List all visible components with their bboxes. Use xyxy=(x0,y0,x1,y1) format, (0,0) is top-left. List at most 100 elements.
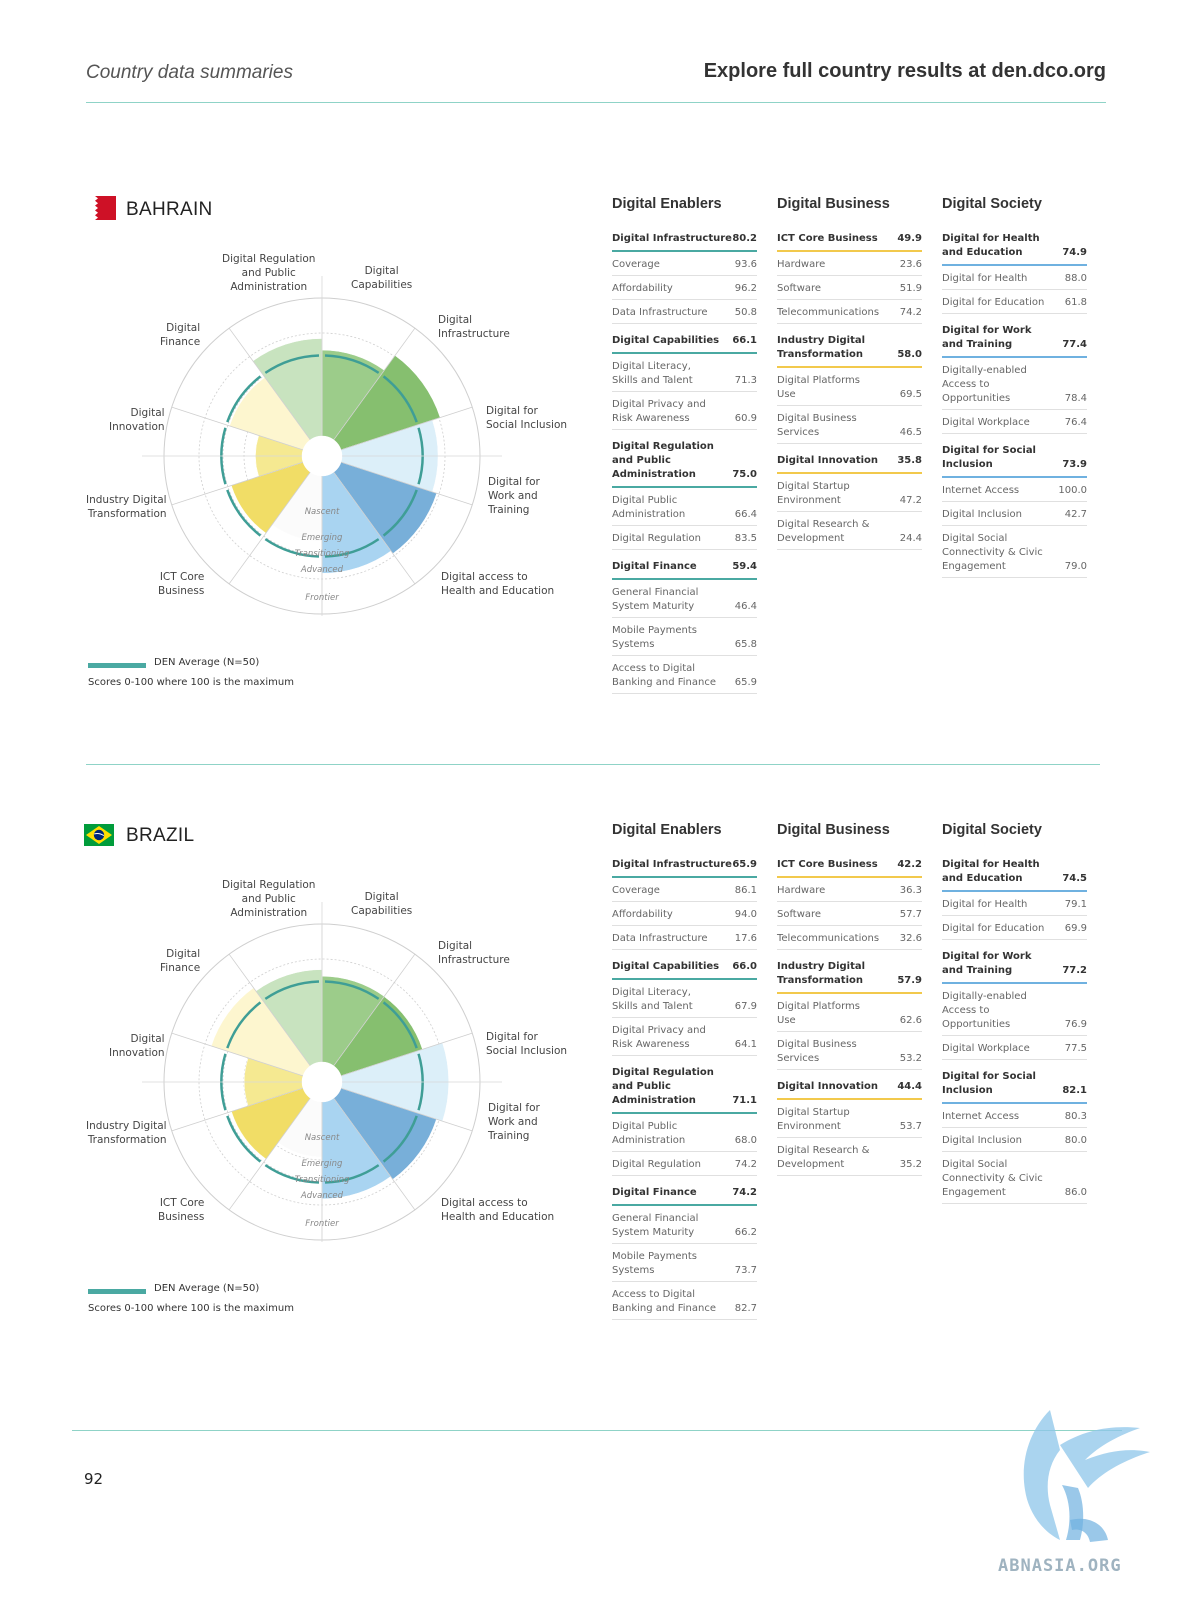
footer-rule xyxy=(72,1430,1122,1431)
score-group: Digital for Social Inclusion 73.9 Internet… xyxy=(942,444,1087,578)
score-row: Digital Regulation 83.5 xyxy=(612,526,757,550)
score-row: Data Infrastructure 50.8 xyxy=(612,300,757,324)
score-group: Digital Finance 74.2 General Financial Sys… xyxy=(612,1186,757,1320)
radar-label-innovation: Digital Innovation xyxy=(109,407,165,433)
score-row-value: 57.7 xyxy=(899,909,922,920)
radar-stage-label: Advanced xyxy=(300,565,344,575)
score-row-label: Digital Regulation xyxy=(612,533,702,544)
score-group-value: 42.2 xyxy=(897,859,922,870)
score-group-value: 73.9 xyxy=(1062,459,1087,470)
score-row: Hardware 23.6 xyxy=(777,252,922,276)
score-row: Telecommunications 32.6 xyxy=(777,926,922,950)
score-group-value: 71.1 xyxy=(732,1095,757,1106)
score-row-label: Affordability xyxy=(612,909,673,920)
score-row-label: Mobile Payments Systems xyxy=(612,625,697,650)
score-row: Digital Research & Development 24.4 xyxy=(777,512,922,550)
radar-label-capabilities: Digital Capabilities xyxy=(351,891,413,917)
score-row-value: 32.6 xyxy=(899,933,922,944)
score-row-label: Data Infrastructure xyxy=(612,933,708,944)
score-group: Digital for Health and Education 74.9 Digi… xyxy=(942,232,1087,314)
radar-label-social-inclusion: Digital for Social Inclusion xyxy=(486,1031,568,1057)
score-row-label: Digital Privacy and Risk Awareness xyxy=(612,1025,706,1050)
score-row-value: 76.9 xyxy=(1064,1019,1087,1030)
score-group: ICT Core Business 42.2 Hardware 36.3 Softwar… xyxy=(777,858,922,950)
column-title: Digital Business xyxy=(777,822,890,838)
column-title: Digital Enablers xyxy=(612,196,722,212)
score-row-label: Digital Platforms Use xyxy=(777,375,860,400)
legend-average-swatch xyxy=(88,1289,146,1294)
score-group-header: Digital Innovation 35.8 xyxy=(777,454,922,474)
score-row: Digital for Health 88.0 xyxy=(942,266,1087,290)
score-row-label: Digitally-enabled Access to Opportunitie… xyxy=(942,991,1027,1030)
score-row: Digital for Education 69.9 xyxy=(942,916,1087,940)
score-row-value: 50.8 xyxy=(734,307,757,318)
radar-center xyxy=(302,436,342,476)
digital-society-column: Digital Society Digital for Health and E… xyxy=(942,196,1087,588)
score-group-value: 44.4 xyxy=(897,1081,922,1092)
radar-stage-label: Transitioning xyxy=(295,549,350,559)
score-row-label: Hardware xyxy=(777,885,826,896)
score-row-value: 23.6 xyxy=(899,259,922,270)
radar-label-finance: Digital Finance xyxy=(160,322,201,348)
radar-chart: Nascent Emerging Transitioning Advanced Fron… xyxy=(78,240,578,660)
score-row-label: Internet Access xyxy=(942,1111,1020,1122)
radar-label-social-inclusion: Digital for Social Inclusion xyxy=(486,405,568,431)
score-group-value: 82.1 xyxy=(1062,1085,1087,1096)
score-group: Digital for Work and Training 77.4 Digital… xyxy=(942,324,1087,434)
score-row: Digital Social Connectivity & Civic Enga… xyxy=(942,1152,1087,1204)
score-group-name: Digital Capabilities xyxy=(612,335,720,346)
score-row-label: Telecommunications xyxy=(777,307,880,318)
score-group: Digital for Social Inclusion 82.1 Internet… xyxy=(942,1070,1087,1204)
score-row: Digital Inclusion 42.7 xyxy=(942,502,1087,526)
score-group: Digital Capabilities 66.0 Digital Literacy… xyxy=(612,960,757,1056)
score-row-value: 65.9 xyxy=(734,677,757,688)
score-row-value: 68.0 xyxy=(734,1135,757,1146)
score-row-value: 74.2 xyxy=(899,307,922,318)
score-row-label: Digital for Education xyxy=(942,297,1045,308)
score-row-label: Access to Digital Banking and Finance xyxy=(612,663,717,688)
score-group-name: Digital Capabilities xyxy=(612,961,720,972)
score-row-label: Digital for Education xyxy=(942,923,1045,934)
score-row-value: 80.3 xyxy=(1064,1111,1087,1122)
score-group: Digital Capabilities 66.1 Digital Literacy… xyxy=(612,334,757,430)
score-group-name: ICT Core Business xyxy=(777,233,878,244)
score-group-value: 75.0 xyxy=(732,469,757,480)
score-row-value: 66.2 xyxy=(734,1227,757,1238)
score-row: Telecommunications 74.2 xyxy=(777,300,922,324)
score-group-header: ICT Core Business 49.9 xyxy=(777,232,922,252)
radar-center xyxy=(302,1062,342,1102)
score-row-value: 83.5 xyxy=(734,533,757,544)
score-row-value: 24.4 xyxy=(899,533,922,544)
score-group-value: 66.0 xyxy=(732,961,757,972)
score-group: Digital Regulation and Public Administra… xyxy=(612,440,757,550)
score-row-label: Digital Literacy, Skills and Talent xyxy=(612,987,693,1012)
score-row: Mobile Payments Systems 73.7 xyxy=(612,1244,757,1282)
score-row: Digital Public Administration 68.0 xyxy=(612,1114,757,1152)
score-group-header: Digital for Social Inclusion 73.9 xyxy=(942,444,1087,478)
score-group-name: Digital for Work and Training xyxy=(942,951,1032,976)
score-row-label: Telecommunications xyxy=(777,933,880,944)
score-group-name: Digital Infrastructure xyxy=(612,859,732,870)
score-group-header: Digital for Health and Education 74.9 xyxy=(942,232,1087,266)
score-row: Affordability 94.0 xyxy=(612,902,757,926)
score-row-value: 79.1 xyxy=(1064,899,1087,910)
radar-label-infrastructure: Digital Infrastructure xyxy=(438,314,510,340)
score-group-header: Digital Finance 59.4 xyxy=(612,560,757,580)
country-section-bahrain: BAHRAIN Nascent Emerging Transitioning Adva… xyxy=(0,190,1191,790)
score-row-label: Digital Startup Environment xyxy=(777,481,850,506)
score-row-label: Coverage xyxy=(612,885,660,896)
legend-score-note: Scores 0-100 where 100 is the maximum xyxy=(88,1303,294,1314)
score-row-value: 100.0 xyxy=(1058,485,1087,496)
score-row-label: General Financial System Maturity xyxy=(612,1213,699,1238)
score-row-label: Digital for Health xyxy=(942,273,1028,284)
score-row-label: Digital for Health xyxy=(942,899,1028,910)
watermark-griffin-logo xyxy=(1023,1410,1150,1542)
score-row-value: 80.0 xyxy=(1064,1135,1087,1146)
score-group: Digital for Work and Training 77.2 Digital… xyxy=(942,950,1087,1060)
digital-society-column: Digital Society Digital for Health and E… xyxy=(942,822,1087,1214)
score-row-value: 35.2 xyxy=(899,1159,922,1170)
score-row-value: 66.4 xyxy=(734,509,757,520)
score-group-header: Digital Finance 74.2 xyxy=(612,1186,757,1206)
score-row-value: 42.7 xyxy=(1064,509,1087,520)
score-row: General Financial System Maturity 66.2 xyxy=(612,1206,757,1244)
